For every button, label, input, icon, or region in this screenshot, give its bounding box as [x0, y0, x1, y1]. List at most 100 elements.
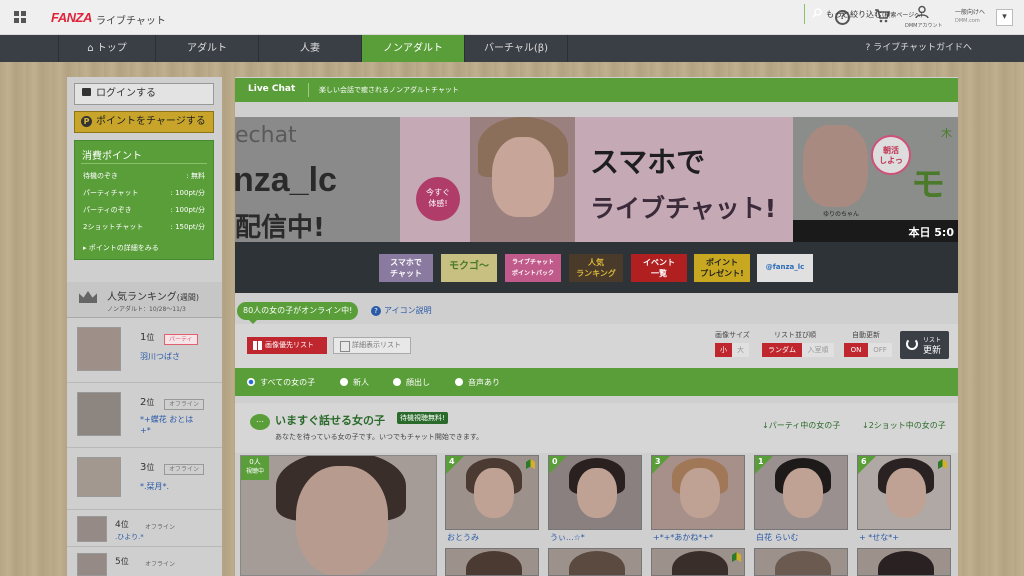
radio-icon: [393, 378, 401, 386]
fanza-logo[interactable]: FANZA: [51, 10, 92, 25]
filter-face[interactable]: 顔出し: [393, 377, 430, 388]
rank-position: 4位: [115, 520, 129, 530]
ranking-item[interactable]: 3位 オフライン *.栞月*.: [67, 448, 222, 510]
banner-text: 配信中!: [235, 213, 325, 242]
arrow-down-icon: ↓: [762, 421, 769, 430]
banner-circle-badge: 今すぐ 体感!: [416, 177, 460, 221]
logo-subtitle[interactable]: ライブチャット: [96, 12, 166, 27]
account-label[interactable]: DMMアカウント: [905, 22, 942, 29]
mini-banner-mokugo[interactable]: モクゴ〜: [441, 254, 497, 282]
banner-text: モ: [911, 165, 945, 205]
avatar[interactable]: [77, 392, 121, 436]
ranking-item[interactable]: 4位 オフライン .ひより.*: [67, 510, 222, 547]
ranking-item[interactable]: 2位 オフライン *+蝶花 おとは +*: [67, 383, 222, 448]
icon-help-link[interactable]: ? アイコン説明: [371, 305, 432, 316]
rank-name[interactable]: .ひより.*: [115, 532, 144, 542]
chevron-down-icon[interactable]: ▾: [996, 9, 1013, 26]
performer-card[interactable]: [651, 548, 745, 576]
status-badge: オフライン: [164, 399, 205, 410]
nav-virtual[interactable]: バーチャル(β): [465, 35, 568, 62]
more-filter-link[interactable]: もっと絞り込む(検索ページへ): [812, 8, 923, 20]
avatar[interactable]: [77, 516, 107, 542]
performer-card[interactable]: [548, 548, 642, 576]
points-detail-link[interactable]: ▸ ポイントの詳細をみる: [83, 243, 159, 253]
size-small-toggle[interactable]: 小: [715, 343, 732, 357]
performer-card[interactable]: 4: [445, 455, 539, 530]
refresh-list-button[interactable]: リスト 更新: [900, 331, 949, 359]
points-title: 消費ポイント: [82, 151, 142, 162]
rank-position: 5位: [115, 557, 129, 567]
performer-card[interactable]: [857, 548, 951, 576]
performer-name[interactable]: うぃ...☆*: [550, 532, 585, 543]
mini-banner-smartphone[interactable]: スマホで チャット: [379, 254, 433, 282]
performer-card[interactable]: [445, 548, 539, 576]
login-button[interactable]: ログインする: [74, 83, 214, 105]
viewer-count: 1: [758, 457, 764, 466]
banner-main[interactable]: 今すぐ 体感! スマホで ライブチャット!: [400, 117, 793, 242]
performer-name[interactable]: おとうみ: [447, 532, 479, 543]
auto-refresh-on[interactable]: ON: [844, 343, 868, 357]
performer-photo-face: [886, 468, 926, 518]
mini-banner-twitter[interactable]: @fanza_lc: [757, 254, 813, 282]
avatar[interactable]: [77, 327, 121, 371]
avatar[interactable]: [77, 553, 107, 576]
mini-banner-pointpack[interactable]: ライブチャット ポイントパック: [505, 254, 561, 282]
app-grid-icon[interactable]: [14, 11, 27, 24]
banner-time: 本日 5:0: [908, 226, 954, 239]
featured-performer-card[interactable]: 0人 視聴中: [240, 455, 437, 576]
free-badge: 待機視聴無料!: [397, 412, 448, 424]
charge-points-button[interactable]: P ポイントをチャージする: [74, 111, 214, 133]
performer-photo: [878, 551, 934, 575]
banner-prev[interactable]: echat nza_lc 配信中!: [235, 117, 400, 242]
detail-list-button[interactable]: 詳細表示リスト: [333, 337, 411, 354]
points-row: パーティチャット: 100pt/分: [83, 189, 205, 197]
mini-banner-events[interactable]: イベント 一覧: [631, 254, 687, 282]
nav-adult[interactable]: アダルト: [156, 35, 259, 62]
order-random-toggle[interactable]: ランダム: [762, 343, 802, 357]
viewer-count: 3: [655, 457, 661, 466]
performer-name[interactable]: + *せな*+: [859, 532, 899, 543]
filter-new[interactable]: 新人: [340, 377, 369, 388]
performer-name[interactable]: +*+*あかね*+*: [653, 532, 713, 543]
rank-name-cont[interactable]: +*: [140, 426, 151, 435]
party-girls-link[interactable]: ↓パーティ中の女の子: [762, 420, 840, 431]
performer-photo: [775, 551, 831, 575]
performer-card[interactable]: 3: [651, 455, 745, 530]
performer-card[interactable]: [754, 548, 848, 576]
nav-non-adult[interactable]: ノンアダルト: [362, 35, 465, 62]
main-nav: ⌂ トップ アダルト 人妻 ノンアダルト バーチャル(β) ? ライブチャットガ…: [0, 35, 1024, 62]
nav-married[interactable]: 人妻: [259, 35, 362, 62]
performer-card[interactable]: 1: [754, 455, 848, 530]
rank-name[interactable]: 羽川つばさ: [140, 351, 180, 362]
ranking-item[interactable]: 1位 パーティ 羽川つばさ: [67, 318, 222, 383]
filter-bar: すべての女の子 新人 顔出し 音声あり: [235, 368, 958, 396]
performer-card[interactable]: 6: [857, 455, 951, 530]
avatar[interactable]: [77, 457, 121, 497]
livechat-guide-link[interactable]: ? ライブチャットガイドへ: [865, 35, 972, 62]
filter-voice[interactable]: 音声あり: [455, 377, 500, 388]
performer-photo: [569, 551, 625, 575]
size-large-toggle[interactable]: 大: [732, 343, 749, 357]
rank-name[interactable]: *.栞月*.: [140, 481, 169, 492]
auto-refresh-off[interactable]: OFF: [868, 343, 892, 357]
mini-banner-ranking[interactable]: 人気 ランキング: [569, 254, 623, 282]
banner-name: ゆりのちゃん: [823, 211, 860, 218]
twoshot-girls-link[interactable]: ↓2ショット中の女の子: [862, 420, 946, 431]
performer-photo-face: [577, 468, 617, 518]
rank-name[interactable]: *+蝶花 おとは: [140, 414, 193, 425]
ranking-item[interactable]: 5位 オフライン: [67, 547, 222, 576]
mini-banner-present[interactable]: ポイント プレゼント!: [694, 254, 750, 282]
points-divider: [81, 163, 207, 164]
filter-all[interactable]: すべての女の子: [247, 377, 315, 388]
image-priority-list-button[interactable]: 画像優先リスト: [247, 337, 327, 354]
performer-name[interactable]: 白花 らいむ: [756, 532, 799, 543]
general-site-link[interactable]: 一般向けへ: [955, 8, 985, 18]
status-badge: オフライン: [164, 464, 205, 475]
order-new-toggle[interactable]: 入室順: [802, 343, 834, 357]
points-row: パーティのぞき: 100pt/分: [83, 206, 205, 214]
refresh-label-bottom: 更新: [923, 346, 942, 356]
nav-top[interactable]: ⌂ トップ: [58, 35, 156, 62]
rank-position: 2位: [140, 397, 155, 408]
performer-card[interactable]: 0: [548, 455, 642, 530]
banner-headline: スマホで: [590, 145, 706, 179]
